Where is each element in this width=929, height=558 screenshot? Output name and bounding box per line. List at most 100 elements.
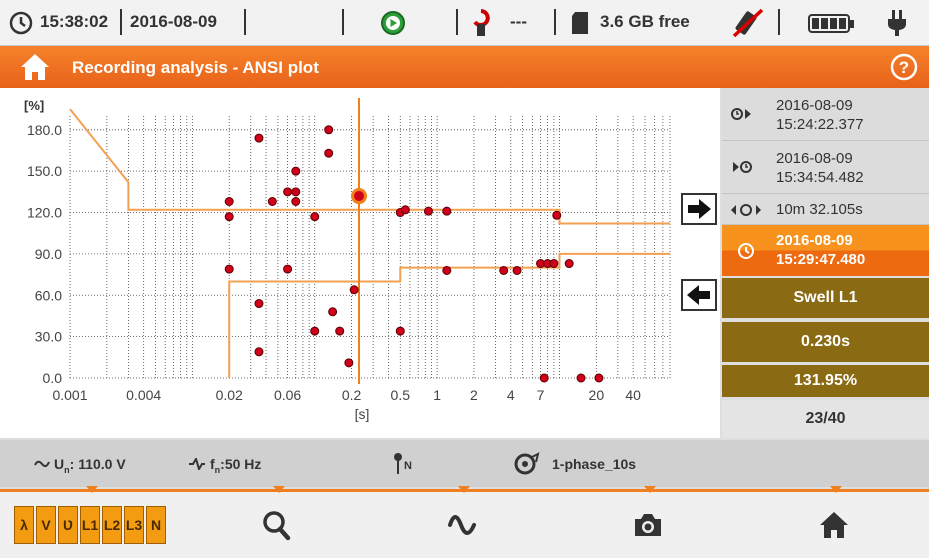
data-point — [400, 205, 410, 215]
data-point — [224, 196, 234, 206]
data-point — [395, 326, 405, 336]
y-axis-unit: [%] — [24, 98, 44, 113]
data-point — [324, 125, 334, 135]
phase-l3-label: L3 — [125, 517, 143, 533]
x-tick-label: 2 — [470, 387, 478, 403]
data-point — [349, 285, 359, 295]
data-point — [324, 148, 334, 158]
start-time: 15:24:22.377 — [776, 116, 864, 133]
voltage-symbol-icon: V — [36, 506, 56, 544]
duration-icon — [731, 204, 761, 216]
tab-indicator — [830, 486, 842, 493]
y-tick-label: 150.0 — [27, 163, 62, 179]
data-point — [328, 307, 338, 317]
tab-indicator — [273, 486, 285, 493]
clamp-value: --- — [510, 12, 527, 31]
data-point — [335, 326, 345, 336]
end-time-cell: 2016-08-09 15:34:54.482 — [722, 141, 929, 194]
data-point — [499, 265, 509, 275]
status-date: 2016-08-09 — [130, 12, 217, 31]
x-tick-label: 0.02 — [216, 387, 243, 403]
cursor-date: 2016-08-09 — [776, 232, 853, 249]
ansi-chart[interactable]: 0.0 30.0 60.0 90.0 120.0 150.0 180.0 0.001 0.004… — [0, 88, 720, 438]
data-point — [564, 259, 574, 269]
duration-cell: 10m 32.105s — [722, 194, 929, 225]
end-time: 15:34:54.482 — [776, 169, 864, 186]
event-value: 131.95% — [722, 365, 929, 397]
status-separator — [120, 9, 122, 35]
clamp-icon — [473, 9, 490, 36]
usb-disabled-icon — [732, 8, 764, 38]
start-marker-icon — [731, 108, 751, 120]
x-tick-label: 7 — [537, 387, 545, 403]
phase-selector-button[interactable]: λ V Ʋ L1 L2 L3 N — [14, 500, 174, 550]
status-separator — [342, 9, 344, 35]
y-tick-label: 90.0 — [35, 246, 62, 262]
data-point — [310, 326, 320, 336]
phase-n: N — [146, 506, 166, 544]
clock-icon — [9, 11, 33, 35]
data-point — [512, 265, 522, 275]
upper-limit-curve — [69, 108, 670, 225]
status-time: 15:38:02 — [40, 12, 109, 31]
home-button[interactable] — [794, 500, 874, 550]
phase-l2: L2 — [102, 506, 122, 544]
x-tick-label: 0.5 — [391, 387, 411, 403]
x-tick-label: 0.2 — [342, 387, 362, 403]
end-marker-icon — [733, 161, 752, 173]
waveform-button[interactable] — [422, 500, 502, 550]
title-bar: Recording analysis - ANSI plot ? — [0, 46, 929, 88]
measurement-config: 1-phase_10s — [552, 456, 637, 472]
arrow-left-icon — [687, 285, 710, 305]
frequency-value: :50 Hz — [220, 456, 262, 472]
cursor-time: 15:29:47.480 — [776, 251, 866, 268]
sine-wave-icon — [448, 515, 476, 535]
y-tick-label: 0.0 — [43, 370, 63, 386]
info-bar — [0, 440, 929, 487]
storage-free: 3.6 GB free — [600, 12, 690, 31]
status-separator — [778, 9, 780, 35]
data-point — [310, 212, 320, 222]
nominal-frequency: fn:50 Hz — [210, 456, 261, 475]
frequency-icon — [189, 458, 205, 470]
data-point — [539, 373, 549, 383]
chart-points — [224, 125, 604, 383]
zoom-button[interactable] — [236, 500, 316, 550]
y-tick-label: 180.0 — [27, 122, 62, 138]
nominal-voltage: Un: 110.0 V — [54, 456, 126, 475]
x-tick-label: 1 — [433, 387, 441, 403]
ac-wave-icon — [34, 460, 50, 468]
phase-n-label: N — [150, 517, 162, 533]
status-separator — [456, 9, 458, 35]
probe-icon — [394, 453, 402, 474]
data-point — [549, 259, 559, 269]
tab-indicator — [644, 486, 656, 493]
home-icon — [820, 512, 848, 538]
event-duration: 0.230s — [722, 322, 929, 362]
voltage-label: U — [54, 456, 65, 472]
data-point — [254, 347, 264, 357]
x-tick-label: 40 — [625, 387, 641, 403]
status-separator — [554, 9, 556, 35]
lambda-icon: λ — [14, 506, 34, 544]
next-event-button[interactable] — [681, 193, 717, 225]
help-icon[interactable]: ? — [889, 52, 919, 82]
data-point — [224, 212, 234, 222]
ansi-plot-area[interactable]: 0.0 30.0 60.0 90.0 120.0 150.0 180.0 0.001 0.004… — [0, 88, 720, 438]
current-symbol-icon: Ʋ — [58, 506, 78, 544]
cursor-time-cell: 2016-08-09 15:29:47.480 — [722, 225, 929, 276]
svg-text:?: ? — [899, 58, 909, 77]
recording-play-icon[interactable] — [380, 10, 406, 36]
phase-l3: L3 — [124, 506, 144, 544]
screenshot-button[interactable] — [608, 500, 688, 550]
data-point — [283, 264, 293, 274]
phase-l1: L1 — [80, 506, 100, 544]
data-point — [224, 264, 234, 274]
data-point — [254, 299, 264, 309]
previous-event-button[interactable] — [681, 279, 717, 311]
start-time-cell: 2016-08-09 15:24:22.377 — [722, 88, 929, 141]
neutral-label: N — [404, 460, 412, 472]
page-title: Recording analysis - ANSI plot — [72, 58, 319, 77]
home-icon[interactable] — [20, 52, 50, 82]
tab-indicator — [86, 486, 98, 493]
